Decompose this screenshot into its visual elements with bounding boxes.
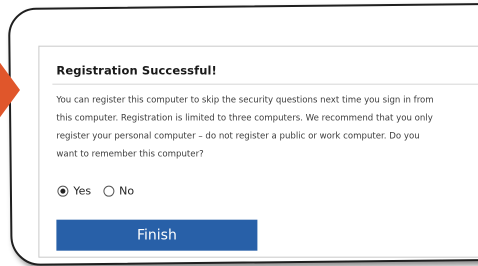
message-line: want to remember this computer? (56, 149, 204, 160)
dialog-message: You can register this computer to skip t… (56, 92, 478, 164)
callout-card: Registration Successful! You can registe… (8, 2, 478, 266)
finish-button[interactable]: Finish (56, 219, 258, 251)
remember-computer-radio-group: Yes No (57, 185, 146, 198)
dialog-title: Registration Successful! (56, 63, 217, 78)
radio-selected-icon[interactable] (57, 185, 69, 197)
radio-unselected-icon[interactable] (103, 185, 115, 197)
screenshot-stage: Registration Successful! You can registe… (0, 0, 478, 266)
radio-label-no: No (119, 184, 135, 198)
radio-label-yes: Yes (73, 184, 92, 198)
registration-dialog: Registration Successful! You can registe… (38, 45, 478, 258)
title-divider (52, 83, 478, 85)
radio-option-no[interactable]: No (103, 185, 134, 198)
message-line: You can register this computer to skip t… (56, 95, 434, 106)
radio-option-yes[interactable]: Yes (57, 185, 91, 198)
message-line: this computer. Registration is limited t… (56, 113, 433, 124)
message-line: register your personal computer – do not… (56, 131, 420, 142)
arrow-right-icon (0, 60, 20, 120)
